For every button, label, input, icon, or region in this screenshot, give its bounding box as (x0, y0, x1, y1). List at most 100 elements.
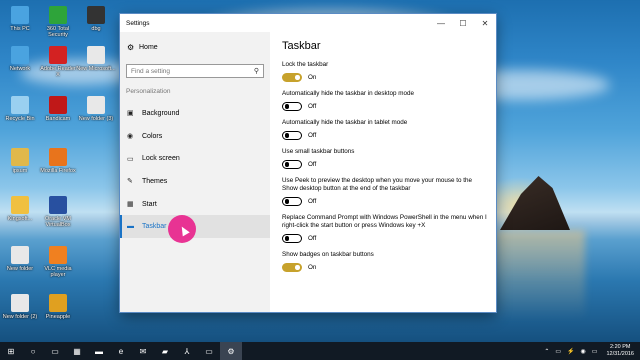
rock-formation (500, 176, 570, 230)
toggle-switch[interactable] (282, 234, 302, 243)
toggle-state: On (308, 264, 317, 271)
desktop-icon[interactable]: New folder (2) (0, 294, 40, 320)
sidebar-item-start[interactable]: ▦ Start (120, 193, 270, 216)
recycle-bin-icon (11, 96, 29, 114)
desktop-icon-label: Recycle Bin (5, 116, 35, 122)
document-icon (11, 294, 29, 312)
sidebar-item-colors[interactable]: ◉ Colors (120, 125, 270, 148)
active-indicator (120, 215, 122, 239)
toggle-knob (284, 162, 289, 167)
computer-icon (11, 6, 29, 24)
title-bar[interactable]: Settings — ☐ ✕ (120, 14, 496, 32)
virtualbox-icon (49, 196, 67, 214)
battery-icon[interactable]: ▭ (552, 348, 564, 355)
background-icon: ▣ (127, 110, 134, 118)
desktop-icon[interactable]: dbg (76, 6, 116, 32)
search-icon[interactable]: ○ (22, 342, 44, 360)
toggle-switch[interactable] (282, 102, 302, 111)
folder-icon (11, 246, 29, 264)
task-view-icon[interactable]: ▭ (44, 342, 66, 360)
desktop-icon[interactable]: VLC media player (38, 246, 78, 278)
toggle-row: Off (282, 197, 487, 206)
taskbar-buttons: ⊞ ○ ▭ ▦ ▬ e ✉ ▰ ⅄ ▭ ⚙ (0, 342, 242, 360)
desktop-icon[interactable]: Pineapple (38, 294, 78, 320)
option-label: Automatically hide the taskbar in deskto… (282, 90, 414, 97)
option-label: Replace Command Prompt with Windows Powe… (282, 214, 487, 229)
desktop-icon[interactable]: Network (0, 46, 40, 72)
colors-icon: ◉ (127, 133, 134, 141)
toggle-switch[interactable] (282, 73, 302, 82)
toggle-row: Off (282, 131, 487, 140)
desktop-icon[interactable]: Oracle VM VirtualBox (38, 196, 78, 228)
desktop-icon[interactable]: This PC (0, 6, 40, 32)
settings-icon[interactable]: ⚙ (220, 342, 242, 360)
desktop-icon[interactable]: New folder (0, 246, 40, 272)
pdf-icon (49, 46, 67, 64)
store-icon[interactable]: ▦ (66, 342, 88, 360)
toggle-row: On (282, 263, 487, 272)
start-icon: ▦ (127, 201, 134, 209)
folder-icon[interactable]: ▰ (154, 342, 176, 360)
mail-icon[interactable]: ✉ (132, 342, 154, 360)
clock[interactable]: 2:20 PM 12/31/2016 (600, 344, 640, 358)
desktop-icon[interactable]: Adobe Reader X (38, 46, 78, 78)
document-icon (87, 96, 105, 114)
settings-window: Settings — ☐ ✕ ⚙ Home Find a setting ⚲ P… (120, 14, 496, 312)
themes-icon: ✎ (127, 178, 133, 186)
desktop-icon-label: This PC (10, 26, 30, 32)
toggle-knob (284, 236, 289, 241)
toggle-knob (295, 75, 300, 80)
toggle-state: Off (308, 198, 317, 205)
toggle-switch[interactable] (282, 131, 302, 140)
toggle-switch[interactable] (282, 263, 302, 272)
maximize-button[interactable]: ☐ (452, 14, 474, 32)
taskbar-option: Replace Command Prompt with Windows Powe… (282, 214, 487, 243)
network-icon[interactable]: ◉ (578, 348, 589, 355)
power-icon[interactable]: ⚡ (564, 348, 577, 355)
taskbar-option: Automatically hide the taskbar in deskto… (282, 90, 487, 111)
desktop-icon[interactable]: Recycle Bin (0, 96, 40, 122)
search-icon[interactable]: ⚲ (254, 67, 259, 75)
edge-icon[interactable]: e (110, 342, 132, 360)
sidebar-item-background[interactable]: ▣ Background (120, 102, 270, 125)
toggle-row: On (282, 73, 487, 82)
network-icon (11, 46, 29, 64)
desktop-icon[interactable]: New folder (3) (76, 96, 116, 122)
desktop-icon[interactable]: 360 Total Security (38, 6, 78, 38)
home-gear-icon: ⚙ (127, 42, 135, 52)
desktop-icon-label: VLC media player (44, 266, 72, 278)
search-input[interactable]: Find a setting (131, 68, 254, 75)
plus-shield-icon (49, 6, 67, 24)
start-icon[interactable]: ⊞ (0, 342, 22, 360)
desktop-icon[interactable]: Mozilla Firefox (38, 148, 78, 174)
show-hidden-icons-icon[interactable]: ⌃ (541, 348, 552, 355)
desktop-icon[interactable]: Bandicam (38, 96, 78, 122)
desktop-icon[interactable]: Kingsoft... (0, 196, 40, 222)
page-title: Taskbar (282, 40, 321, 52)
notification-icon[interactable]: ▭ (589, 348, 601, 355)
toggle-switch[interactable] (282, 160, 302, 169)
taskbar: ⊞ ○ ▭ ▦ ▬ e ✉ ▰ ⅄ ▭ ⚙ ⌃ ▭ ⚡ ◉ ▭ 2:20 PM 12/31/2016 (0, 342, 640, 360)
sun-reflection (495, 230, 585, 320)
sidebar-item-themes[interactable]: ✎ Themes (120, 170, 270, 193)
window-title: Settings (126, 19, 150, 27)
clock-time: 2:20 PM (609, 344, 631, 350)
pineapple-icon (49, 294, 67, 312)
desktop-icon-label: 360 Total Security (46, 26, 70, 38)
desktop-icon[interactable]: New Microsoft... (76, 46, 116, 72)
record-icon (49, 96, 67, 114)
home-link[interactable]: ⚙ Home (120, 36, 270, 58)
search-box[interactable]: Find a setting ⚲ (126, 64, 264, 78)
media-icon[interactable]: ▭ (198, 342, 220, 360)
desktop-icon-label: Kingsoft... (7, 216, 33, 222)
explorer-icon[interactable]: ▬ (88, 342, 110, 360)
taskbar-option: Use Peek to preview the desktop when you… (282, 177, 487, 206)
desktop-icon-label: Network (9, 66, 31, 72)
sidebar-item-lock-screen[interactable]: ▭ Lock screen (120, 147, 270, 170)
toggle-switch[interactable] (282, 197, 302, 206)
close-button[interactable]: ✕ (474, 14, 496, 32)
acrobat-icon[interactable]: ⅄ (176, 342, 198, 360)
minimize-button[interactable]: — (430, 14, 452, 32)
desktop-icon[interactable]: ipsum (0, 148, 40, 174)
taskbar-option: Lock the taskbar On (282, 61, 487, 82)
